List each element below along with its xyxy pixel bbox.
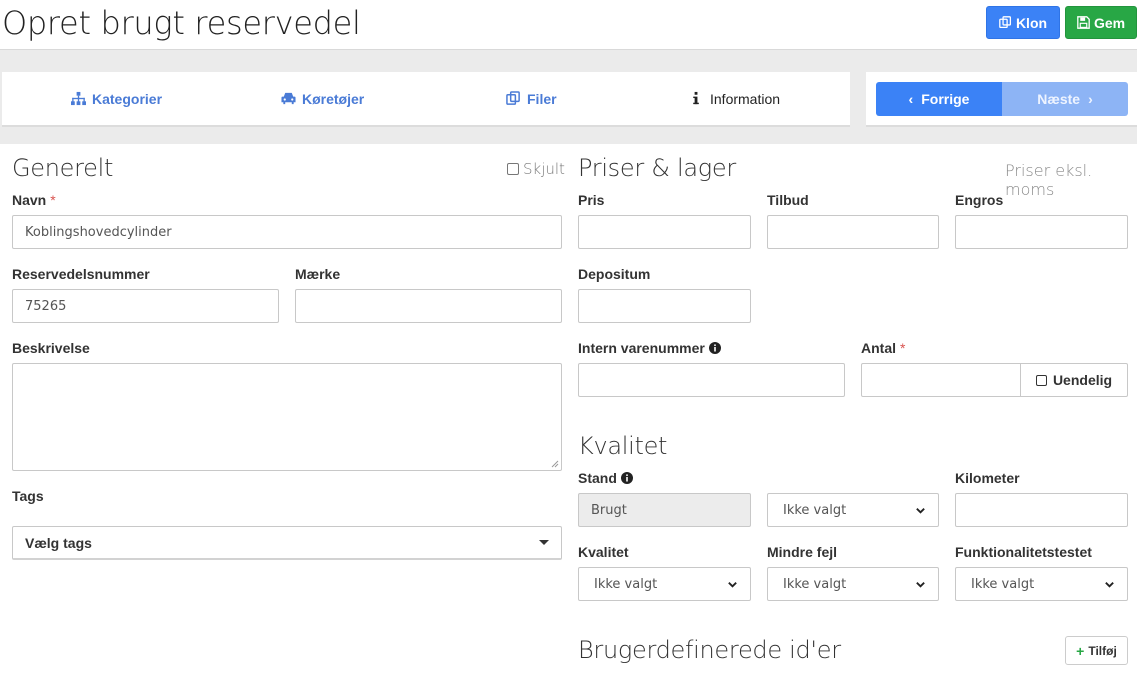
- pager: ‹ Forrige Næste ›: [866, 72, 1137, 127]
- name-label-text: Navn: [12, 192, 47, 208]
- add-label: Tilføj: [1088, 643, 1117, 658]
- internal-number-input[interactable]: [578, 363, 845, 397]
- plus-icon: +: [1076, 642, 1085, 659]
- prices-hint: Priser eksl. moms: [1005, 161, 1093, 199]
- save-button[interactable]: Gem: [1065, 6, 1137, 39]
- save-label: Gem: [1093, 14, 1126, 31]
- copy-icon: [506, 91, 520, 105]
- quantity-label: Antal *: [861, 340, 905, 356]
- description-label: Beskrivelse: [12, 340, 90, 356]
- quantity-label-text: Antal: [861, 340, 896, 356]
- clone-label: Klon: [1015, 14, 1048, 31]
- minor-faults-label: Mindre fejl: [767, 544, 838, 560]
- sitemap-icon: [71, 91, 86, 106]
- wholesale-label: Engros: [955, 192, 1004, 208]
- tab-kategorier[interactable]: Kategorier: [71, 72, 162, 125]
- infinite-label: Uendelig: [1052, 372, 1113, 388]
- quality-heading: Kvalitet: [578, 432, 668, 460]
- previous-label: Forrige: [921, 91, 970, 107]
- info-circle-icon[interactable]: [620, 472, 633, 484]
- chevron-down-icon: [728, 581, 737, 588]
- kilometer-label: Kilometer: [955, 470, 1020, 486]
- internal-number-label: Intern varenummer: [578, 340, 721, 356]
- functional-label: Funktionalitetstestet: [955, 544, 1092, 560]
- deposit-label: Depositum: [578, 266, 651, 282]
- next-label: Næste: [1037, 91, 1081, 107]
- price-label: Pris: [578, 192, 605, 208]
- part-number-label: Reservedelsnummer: [12, 266, 150, 282]
- chevron-left-icon: ‹: [908, 91, 914, 107]
- offer-input[interactable]: [767, 215, 939, 249]
- car-icon: [281, 92, 296, 105]
- offer-label: Tilbud: [767, 192, 809, 208]
- part-number-input[interactable]: 75265: [12, 289, 279, 323]
- condition-select[interactable]: Ikke valgt: [767, 493, 939, 527]
- infinite-toggle[interactable]: Uendelig: [1020, 363, 1128, 397]
- hide-label: Skjult: [523, 160, 565, 178]
- previous-button[interactable]: ‹ Forrige: [876, 82, 1002, 116]
- part-number-value: 75265: [25, 298, 67, 314]
- tags-placeholder: Vælg tags: [25, 534, 92, 551]
- general-heading: Generelt: [12, 154, 114, 182]
- condition-value: Brugt: [591, 502, 627, 518]
- name-label: Navn *: [12, 192, 56, 208]
- condition-input: Brugt: [578, 493, 751, 527]
- select-value: Ikke valgt: [971, 576, 1035, 592]
- required-mark: *: [50, 192, 56, 208]
- chevron-down-icon: [916, 507, 925, 514]
- hide-checkbox[interactable]: Skjult: [507, 160, 565, 178]
- select-value: Ikke valgt: [594, 576, 658, 592]
- caret-down-icon: [539, 540, 549, 545]
- chevron-down-icon: [1105, 581, 1114, 588]
- wholesale-input[interactable]: [955, 215, 1128, 249]
- condition-label: Stand: [578, 470, 633, 486]
- quality-label: Kvalitet: [578, 544, 629, 560]
- add-custom-id-button[interactable]: + Tilføj: [1065, 636, 1128, 665]
- quality-select[interactable]: Ikke valgt: [578, 567, 751, 601]
- page-title: Opret brugt reservedel: [2, 4, 361, 42]
- checkbox-box[interactable]: [1035, 374, 1047, 386]
- condition-label-text: Stand: [578, 470, 617, 486]
- price-input[interactable]: [578, 215, 751, 249]
- tab-information[interactable]: Information: [689, 72, 780, 125]
- custom-ids-heading: Brugerdefinerede id'er: [578, 636, 841, 664]
- select-value: Ikke valgt: [783, 576, 847, 592]
- prices-heading: Priser & lager: [578, 154, 736, 182]
- tab-label: Filer: [527, 90, 557, 107]
- tab-koretojer[interactable]: Køretøjer: [281, 72, 364, 125]
- tab-label: Kategorier: [92, 90, 163, 107]
- clone-button[interactable]: Klon: [986, 6, 1060, 39]
- resize-handle-icon[interactable]: [551, 460, 559, 468]
- copy-icon: [999, 16, 1011, 29]
- tab-label: Køretøjer: [302, 90, 365, 107]
- select-value: Ikke valgt: [783, 502, 847, 518]
- tags-label: Tags: [12, 488, 44, 504]
- floppy-icon: [1077, 16, 1090, 29]
- tab-filer[interactable]: Filer: [506, 72, 557, 125]
- top-bar: Opret brugt reservedel Klon Gem: [0, 0, 1137, 50]
- chevron-down-icon: [916, 581, 925, 588]
- kilometer-input[interactable]: [955, 493, 1128, 527]
- minor-faults-select[interactable]: Ikke valgt: [767, 567, 939, 601]
- tags-select[interactable]: Vælg tags: [12, 526, 562, 560]
- info-icon: [693, 91, 699, 105]
- deposit-input[interactable]: [578, 289, 751, 323]
- brand-label: Mærke: [295, 266, 341, 282]
- brand-input[interactable]: [295, 289, 562, 323]
- name-input[interactable]: Koblingshovedcylinder: [12, 215, 562, 249]
- internal-number-text: Intern varenummer: [578, 340, 705, 356]
- description-textarea[interactable]: [12, 363, 562, 471]
- chevron-right-icon: ›: [1088, 91, 1093, 107]
- checkbox-box[interactable]: [507, 163, 519, 175]
- quantity-input[interactable]: [861, 363, 1021, 397]
- next-button[interactable]: Næste ›: [1002, 82, 1128, 116]
- info-circle-icon[interactable]: [708, 342, 721, 354]
- tab-bar: Kategorier Køretøjer Filer Information: [2, 72, 850, 127]
- required-mark: *: [900, 340, 906, 356]
- name-value: Koblingshovedcylinder: [25, 224, 172, 240]
- functional-select[interactable]: Ikke valgt: [955, 567, 1128, 601]
- tab-label: Information: [710, 90, 781, 107]
